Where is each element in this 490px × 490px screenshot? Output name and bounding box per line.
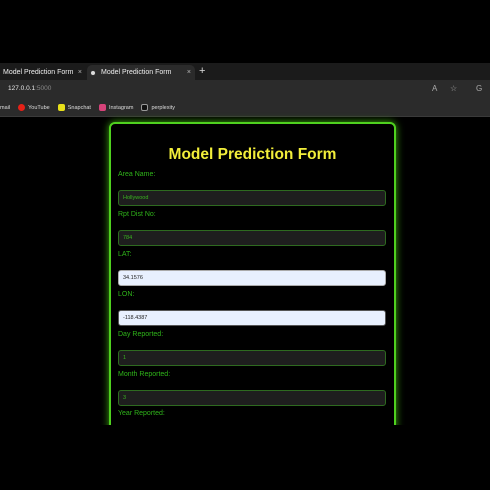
day-reported-input[interactable] <box>118 350 386 366</box>
bookmark-snapchat[interactable]: Snapchat <box>57 104 91 111</box>
day-reported-label: Day Reported: <box>118 331 164 338</box>
month-reported-label: Month Reported: <box>118 371 171 378</box>
bookmark-perplexity[interactable]: perplexity <box>141 104 175 111</box>
new-tab-button[interactable]: + <box>199 65 205 77</box>
browser-chrome: Model Prediction Form × Model Prediction … <box>0 63 490 117</box>
area-name-input[interactable] <box>118 190 386 206</box>
rpt-dist-no-input[interactable] <box>118 230 386 246</box>
area-name-label: Area Name: <box>118 171 156 178</box>
bookmark-label: Snapchat <box>67 104 91 111</box>
lat-label: LAT: <box>118 251 132 258</box>
month-reported-input[interactable] <box>118 390 386 406</box>
favicon-icon <box>90 69 96 76</box>
url-port: :5000 <box>35 85 52 92</box>
bookmark-mail[interactable]: mail <box>0 105 10 111</box>
close-tab-icon[interactable]: × <box>187 69 191 76</box>
tab-2-active[interactable]: Model Prediction Form × <box>87 65 195 80</box>
year-reported-label: Year Reported: <box>118 410 165 417</box>
prediction-form-card: Model Prediction Form Area Name: Rpt Dis… <box>109 122 396 442</box>
bookmark-label: YouTube <box>28 104 50 111</box>
youtube-icon <box>18 104 26 111</box>
tab-1[interactable]: Model Prediction Form × <box>0 65 86 80</box>
close-tab-icon[interactable]: × <box>78 69 82 76</box>
perplexity-icon <box>141 104 149 111</box>
tab-label: Model Prediction Form <box>101 69 172 76</box>
favorite-star-icon[interactable]: ☆ <box>450 84 457 93</box>
bookmark-label: Instagram <box>108 104 134 111</box>
url-host: 127.0.0.1 <box>8 85 36 92</box>
tab-label: Model Prediction Form <box>3 69 74 76</box>
screen-bottom-edge <box>0 425 490 490</box>
bookmark-youtube[interactable]: YouTube <box>18 104 50 111</box>
bookmarks-bar: mail YouTube Snapchat Instagram perplexi… <box>0 99 490 117</box>
lat-input[interactable] <box>118 270 386 286</box>
rpt-dist-no-label: Rpt Dist No: <box>118 211 156 218</box>
bookmark-instagram[interactable]: Instagram <box>98 104 134 111</box>
extension-icon[interactable]: G <box>476 84 482 93</box>
snapchat-icon <box>57 104 65 111</box>
address-bar[interactable]: 127.0.0.1:5000 A ☆ G <box>0 80 490 99</box>
url-text[interactable]: 127.0.0.1:5000 <box>8 85 51 92</box>
read-aloud-icon[interactable]: A <box>432 84 437 93</box>
lon-input[interactable] <box>118 310 386 326</box>
page-title: Model Prediction Form <box>168 146 337 163</box>
tab-bar: Model Prediction Form × Model Prediction … <box>0 63 490 80</box>
bookmark-label: mail <box>0 104 11 111</box>
bookmark-label: perplexity <box>151 104 175 111</box>
lon-label: LON: <box>118 291 135 298</box>
instagram-icon <box>98 104 106 111</box>
